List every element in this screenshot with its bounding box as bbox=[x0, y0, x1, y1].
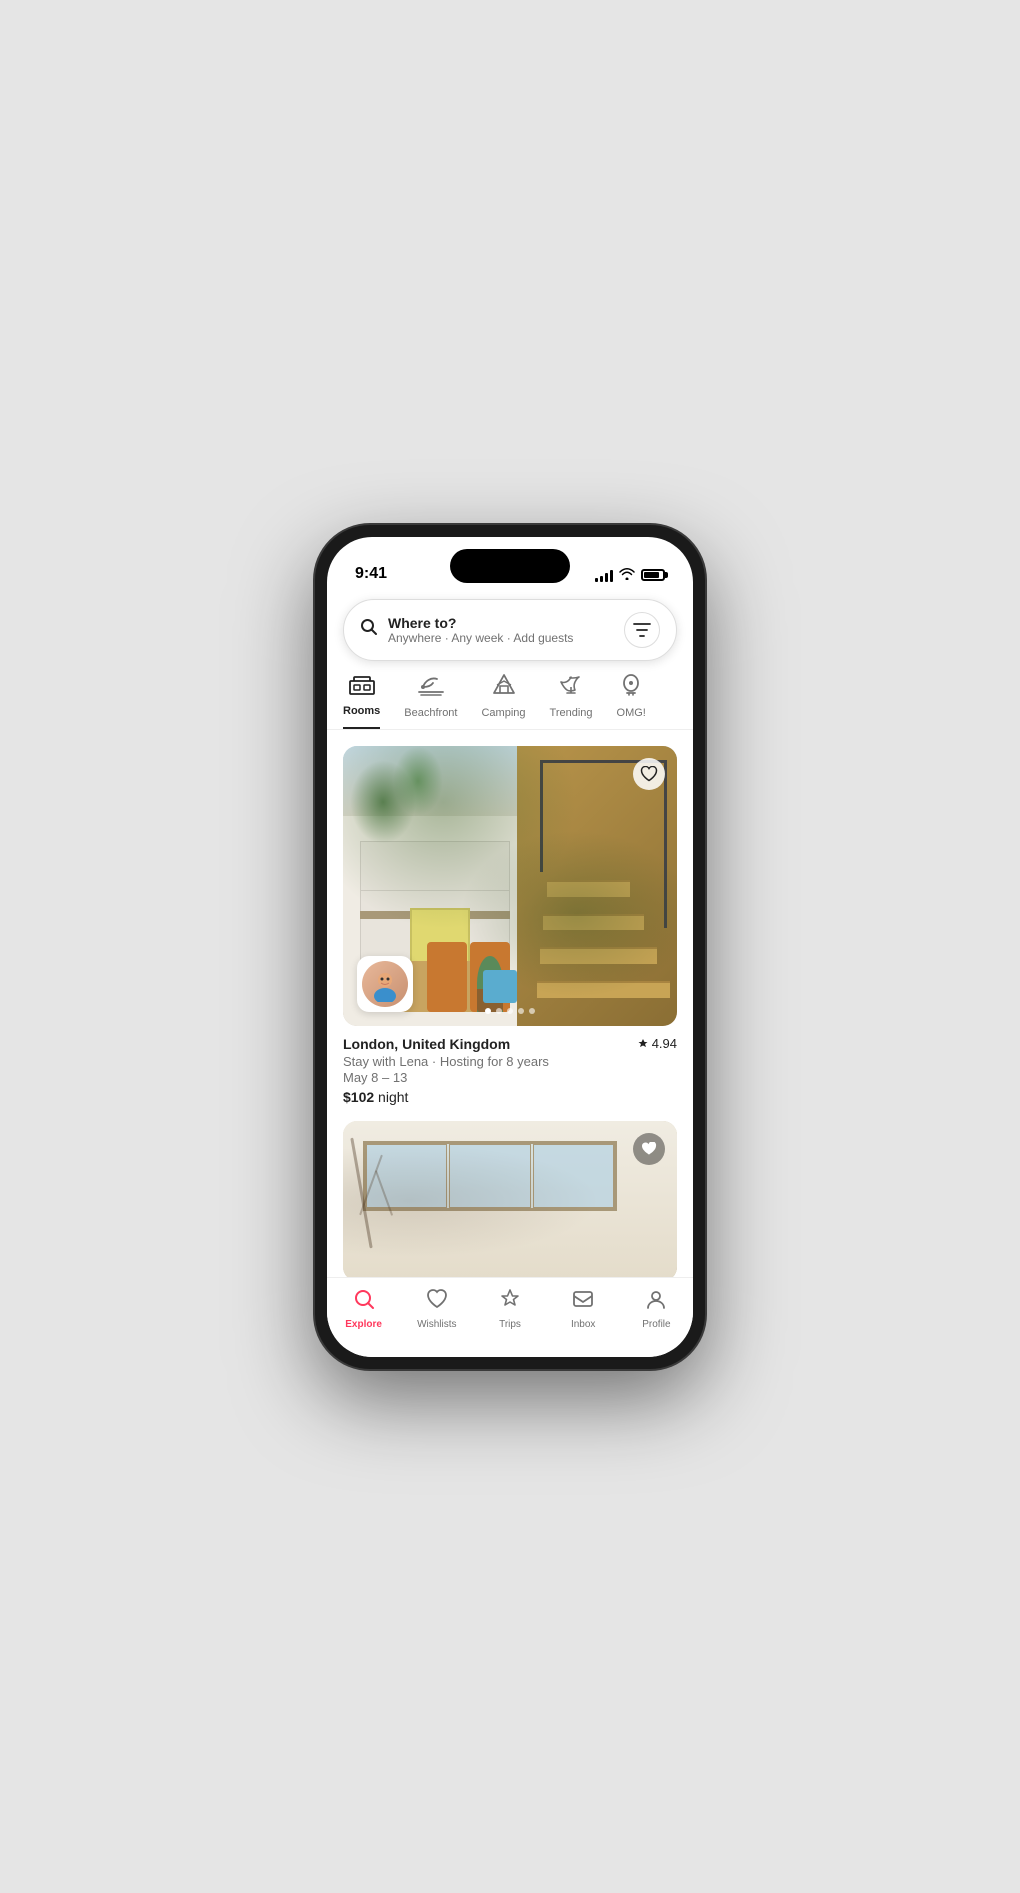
nav-trips-label: Trips bbox=[499, 1319, 521, 1330]
listing-rating: 4.94 bbox=[637, 1036, 677, 1051]
listing-location: London, United Kingdom bbox=[343, 1036, 510, 1052]
image-dots bbox=[485, 1008, 535, 1014]
listing-image-2 bbox=[343, 1121, 677, 1277]
tab-omg[interactable]: OMG! bbox=[617, 673, 646, 729]
host-photo bbox=[367, 966, 403, 1002]
wishlists-icon bbox=[426, 1288, 448, 1316]
tab-rooms-label: Rooms bbox=[343, 705, 380, 717]
dynamic-island bbox=[450, 549, 570, 583]
nav-explore[interactable]: Explore bbox=[327, 1288, 400, 1330]
nav-wishlists-label: Wishlists bbox=[417, 1319, 456, 1330]
search-subtitle: Anywhere · Any week · Add guests bbox=[388, 631, 614, 645]
search-bar[interactable]: Where to? Anywhere · Any week · Add gues… bbox=[343, 599, 677, 661]
heart-icon bbox=[640, 766, 658, 782]
explore-icon bbox=[353, 1288, 375, 1316]
signal-icon bbox=[595, 568, 613, 582]
trips-icon bbox=[499, 1288, 521, 1316]
tab-trending-label: Trending bbox=[550, 707, 593, 719]
listing-dates: May 8 – 13 bbox=[343, 1070, 677, 1085]
listing-host-desc: Stay with Lena · Hosting for 8 years bbox=[343, 1054, 677, 1069]
listing-info-1: London, United Kingdom 4.94 Stay with Le… bbox=[343, 1026, 677, 1121]
listing-image-1 bbox=[343, 746, 677, 1026]
tab-camping-label: Camping bbox=[481, 707, 525, 719]
search-title: Where to? bbox=[388, 615, 614, 631]
wishlist-button-2[interactable] bbox=[633, 1133, 665, 1165]
filter-icon bbox=[633, 623, 651, 637]
camping-icon bbox=[490, 673, 518, 703]
status-icons bbox=[595, 567, 665, 583]
star-icon bbox=[637, 1038, 649, 1050]
status-time: 9:41 bbox=[355, 565, 387, 583]
wishlist-button-1[interactable] bbox=[633, 758, 665, 790]
omg-icon bbox=[617, 673, 645, 703]
search-icon bbox=[360, 618, 378, 641]
listing-price: $102 night bbox=[343, 1089, 677, 1105]
tab-camping[interactable]: Camping bbox=[481, 673, 525, 729]
bottom-nav: Explore Wishlists Trips bbox=[327, 1277, 693, 1357]
tab-omg-label: OMG! bbox=[617, 707, 646, 719]
beachfront-icon bbox=[417, 673, 445, 703]
phone-frame: 9:41 bbox=[315, 525, 705, 1369]
tab-trending[interactable]: Trending bbox=[550, 673, 593, 729]
nav-explore-label: Explore bbox=[345, 1319, 382, 1330]
rooms-icon bbox=[348, 673, 376, 701]
listing-card-2[interactable] bbox=[343, 1121, 677, 1277]
nav-wishlists[interactable]: Wishlists bbox=[400, 1288, 473, 1330]
phone-screen: 9:41 bbox=[327, 537, 693, 1357]
category-tabs: Rooms Beachfront bbox=[327, 673, 693, 730]
tab-beachfront-label: Beachfront bbox=[404, 707, 457, 719]
tab-beachfront[interactable]: Beachfront bbox=[404, 673, 457, 729]
trending-icon bbox=[557, 673, 585, 703]
tab-rooms[interactable]: Rooms bbox=[343, 673, 380, 729]
nav-trips[interactable]: Trips bbox=[473, 1288, 546, 1330]
filter-button[interactable] bbox=[624, 612, 660, 648]
profile-icon bbox=[645, 1288, 667, 1316]
nav-inbox[interactable]: Inbox bbox=[547, 1288, 620, 1330]
battery-icon bbox=[641, 569, 665, 581]
listing-title-row: London, United Kingdom 4.94 bbox=[343, 1036, 677, 1052]
main-scroll[interactable]: Where to? Anywhere · Any week · Add gues… bbox=[327, 591, 693, 1277]
heart-icon-2 bbox=[641, 1142, 657, 1156]
nav-inbox-label: Inbox bbox=[571, 1319, 595, 1330]
listing-card-1[interactable]: London, United Kingdom 4.94 Stay with Le… bbox=[343, 746, 677, 1121]
search-text-group: Where to? Anywhere · Any week · Add gues… bbox=[388, 615, 614, 645]
host-avatar-1 bbox=[357, 956, 413, 1012]
inbox-icon bbox=[572, 1288, 594, 1316]
nav-profile-label: Profile bbox=[642, 1319, 670, 1330]
wifi-icon bbox=[619, 567, 635, 583]
nav-profile[interactable]: Profile bbox=[620, 1288, 693, 1330]
